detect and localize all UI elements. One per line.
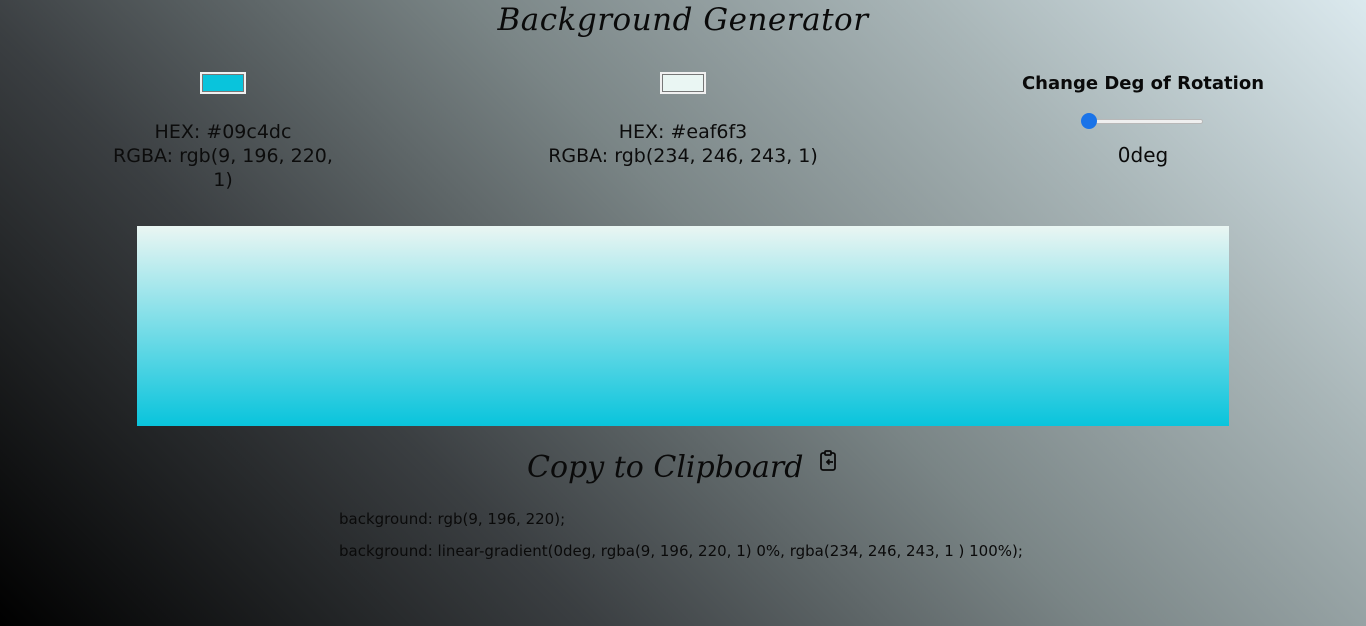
rotation-slider-thumb[interactable] [1081,113,1097,129]
css-output-line-2: background: linear-gradient(0deg, rgba(9… [339,542,1023,560]
color-picker-2-group: HEX: #eaf6f3 RGBA: rgb(234, 246, 243, 1) [548,72,818,168]
rotation-slider[interactable] [1081,113,1203,129]
rotation-value: 0deg [1117,143,1169,167]
rotation-control: Change Deg of Rotation 0deg [1003,72,1283,167]
copy-to-clipboard-button[interactable]: Copy to Clipboard [0,448,1366,489]
color-picker-2[interactable] [660,72,706,94]
color-picker-1-group: HEX: #09c4dc RGBA: rgb(9, 196, 220, 1) [106,72,340,192]
page-title: Background Generator [497,2,869,38]
color-1-hex: HEX: #09c4dc [154,121,292,143]
color-1-rgba: RGBA: rgb(9, 196, 220, 1) [113,145,333,191]
rotation-label: Change Deg of Rotation [1021,73,1265,94]
color-2-hex: HEX: #eaf6f3 [618,121,748,143]
gradient-preview [137,226,1229,426]
rotation-slider-track [1081,119,1203,124]
clipboard-copy-icon [819,443,839,483]
color-picker-1[interactable] [200,72,246,94]
copy-label: Copy to Clipboard [527,450,804,485]
css-output-line-1: background: rgb(9, 196, 220); [339,510,566,528]
color-2-rgba: RGBA: rgb(234, 246, 243, 1) [548,145,818,167]
